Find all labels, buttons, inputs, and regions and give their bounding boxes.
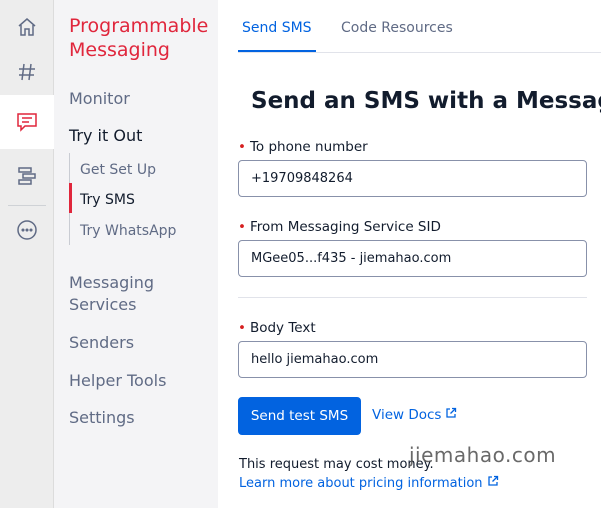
page-title: Send an SMS with a Messaging Service: [251, 88, 601, 114]
sidebar-item-get-set-up[interactable]: Get Set Up: [80, 160, 156, 180]
to-phone-label: • To phone number: [238, 138, 368, 156]
body-text-label-text: Body Text: [249, 320, 316, 336]
sidebar-item-try-whatsapp[interactable]: Try WhatsApp: [80, 221, 176, 241]
to-phone-input[interactable]: +19709848264: [238, 160, 587, 197]
send-test-sms-button[interactable]: Send test SMS: [238, 397, 361, 435]
from-sid-value: MGee05...f435 - jiemahao.com: [251, 251, 452, 266]
sidebar-item-try-sms[interactable]: Try SMS: [80, 190, 135, 210]
active-indicator: [69, 183, 72, 213]
to-phone-label-text: To phone number: [249, 139, 368, 155]
hash-nav-button[interactable]: [0, 45, 54, 99]
body-text-value: hello jiemahao.com: [251, 352, 379, 367]
external-link-icon: [483, 475, 499, 491]
sidebar-item-monitor[interactable]: Monitor: [69, 88, 130, 110]
required-marker: •: [238, 320, 246, 336]
required-marker: •: [238, 219, 246, 235]
required-marker: •: [238, 139, 246, 155]
message-icon: [16, 111, 38, 133]
sidebar-item-senders[interactable]: Senders: [69, 332, 134, 354]
view-docs-link[interactable]: View Docs: [372, 407, 457, 423]
tab-bar: Send SMS Code Resources: [238, 0, 601, 53]
watermark: jiemahao.com: [409, 443, 557, 467]
sidebar-item-try-it-out[interactable]: Try it Out: [69, 125, 142, 147]
more-icon: [16, 219, 38, 241]
product-sidebar: Programmable Messaging Monitor Try it Ou…: [54, 0, 218, 508]
try-it-out-subgroup: Get Set Up Try SMS Try WhatsApp: [69, 153, 209, 245]
messaging-nav-button[interactable]: [0, 95, 54, 149]
sidebar-item-settings[interactable]: Settings: [69, 407, 135, 429]
from-sid-label-text: From Messaging Service SID: [249, 219, 441, 235]
view-docs-label: View Docs: [372, 407, 442, 423]
pricing-link-label: Learn more about pricing information: [239, 475, 483, 491]
pricing-info-link[interactable]: Learn more about pricing information: [239, 475, 499, 491]
external-link-icon: [441, 407, 457, 423]
more-nav-button[interactable]: [0, 203, 54, 257]
main-content: Send SMS Code Resources Send an SMS with…: [219, 0, 601, 508]
home-icon: [16, 16, 38, 38]
section-divider: [238, 297, 587, 298]
tab-send-sms[interactable]: Send SMS: [238, 18, 316, 52]
hash-icon: [16, 61, 38, 83]
product-title[interactable]: Programmable Messaging: [69, 14, 214, 62]
from-sid-label: • From Messaging Service SID: [238, 218, 441, 236]
cost-note: This request may cost money.: [239, 457, 434, 472]
tab-code-resources[interactable]: Code Resources: [341, 18, 453, 50]
icon-rail: [0, 0, 54, 508]
sidebar-item-helper-tools[interactable]: Helper Tools: [69, 370, 166, 392]
sidebar-item-messaging-services[interactable]: Messaging Services: [69, 272, 189, 316]
flow-nav-button[interactable]: [0, 149, 54, 203]
flow-icon: [16, 165, 38, 187]
body-text-input[interactable]: hello jiemahao.com: [238, 341, 587, 378]
to-phone-value: +19709848264: [251, 171, 353, 186]
body-text-label: • Body Text: [238, 319, 316, 337]
from-sid-select[interactable]: MGee05...f435 - jiemahao.com: [238, 240, 587, 277]
